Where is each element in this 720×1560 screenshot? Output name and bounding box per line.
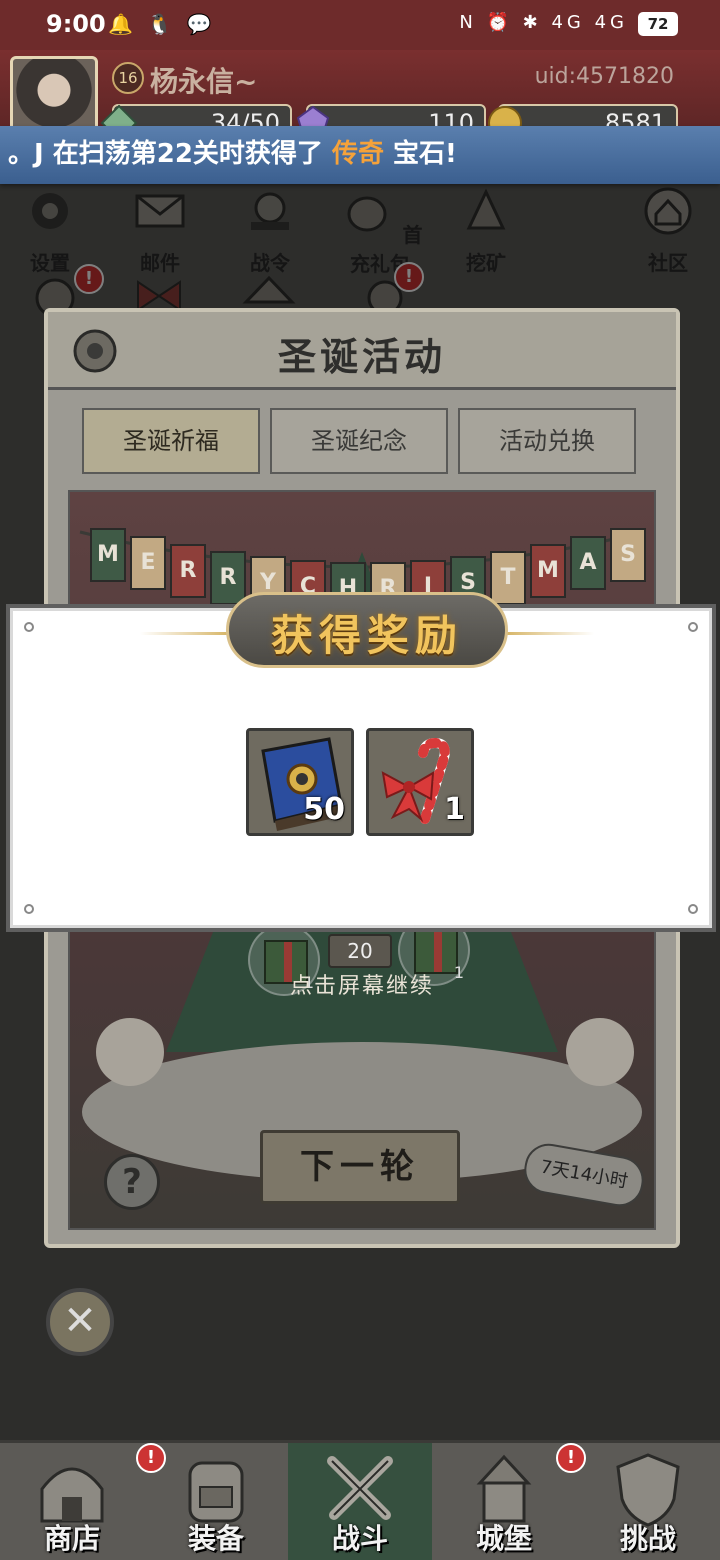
status-time: 9:00 (46, 10, 106, 38)
banner-flag: E (130, 536, 166, 590)
banner-flag: R (170, 544, 206, 598)
broadcast-prefix: 。J 在扫荡第22关时获得了 (8, 139, 332, 169)
nav-label: 商店 (43, 1522, 100, 1555)
reward-dialog[interactable]: 获得奖励 50 1 (6, 592, 716, 932)
reward-title: 获得奖励 (270, 611, 463, 660)
banner-flag: M (90, 528, 126, 582)
player-name: 杨永信~ (150, 65, 258, 98)
nav-shop[interactable]: 商店 (0, 1443, 144, 1560)
panel-title-bar: 圣诞活动 (48, 312, 676, 390)
close-icon: ✕ (63, 1298, 97, 1344)
player-header: 16 杨永信~ uid:4571820 34/50 110 8581 (0, 50, 720, 142)
gift-ribbon (434, 932, 442, 972)
tab-christmas-memorial[interactable]: 圣诞纪念 (270, 408, 448, 474)
nav-castle[interactable]: ! 城堡 (432, 1443, 586, 1560)
title-divider-left (140, 632, 230, 635)
corner-rivet (688, 904, 698, 914)
corner-rivet (688, 622, 698, 632)
broadcast-highlight: 传奇 (331, 139, 384, 169)
notification-icons: 🔔 🐧 💬 (108, 12, 216, 36)
next-round-button[interactable]: 下一轮 (260, 1130, 460, 1204)
notification-badge: ! (136, 1443, 166, 1473)
nav-label: 城堡 (475, 1522, 532, 1555)
draw-cost: 20 (328, 934, 392, 968)
banner-flag: M (530, 544, 566, 598)
panel-title: 圣诞活动 (277, 335, 446, 379)
level-badge: 16 (112, 62, 144, 94)
title-divider-right (504, 632, 594, 635)
nav-challenge[interactable]: 挑战 (576, 1443, 720, 1560)
reward-count: 50 (303, 792, 345, 827)
nav-label: 挑战 (619, 1522, 676, 1555)
help-button[interactable]: ? (104, 1154, 160, 1210)
banner-flag: A (570, 536, 606, 590)
bottom-navigation: 商店 ! 装备 战斗 ! 城堡 挑战 (0, 1440, 720, 1560)
broadcast-suffix: 宝石! (383, 139, 457, 169)
reward-item-candy-cane-bow[interactable]: 1 (366, 728, 474, 836)
nav-label: 战斗 (331, 1522, 388, 1555)
nav-battle[interactable]: 战斗 (288, 1443, 432, 1560)
status-bar: 9:00 🔔 🐧 💬 N ⏰ ✱ 4G 4G 72 (0, 0, 720, 50)
player-uid: uid:4571820 (534, 64, 674, 89)
close-button[interactable]: ✕ (46, 1288, 114, 1356)
corner-rivet (24, 904, 34, 914)
tap-to-continue-hint: 点击屏幕继续 (289, 974, 434, 999)
corner-rivet (24, 622, 34, 632)
nav-equipment[interactable]: ! 装备 (136, 1443, 288, 1560)
battery-indicator: 72 (638, 12, 678, 36)
tab-event-exchange[interactable]: 活动兑换 (458, 408, 636, 474)
reward-count: 1 (444, 792, 465, 827)
tab-christmas-blessing[interactable]: 圣诞祈福 (82, 408, 260, 474)
system-icons: N ⏰ ✱ 4G 4G (459, 12, 628, 33)
banner-flag: S (610, 528, 646, 582)
reward-item-rune-book[interactable]: 50 (246, 728, 354, 836)
nav-label: 装备 (187, 1522, 244, 1555)
broadcast-banner: 。J 在扫荡第22关时获得了 传奇 宝石! (0, 126, 720, 184)
reward-title-plate: 获得奖励 (226, 592, 508, 668)
